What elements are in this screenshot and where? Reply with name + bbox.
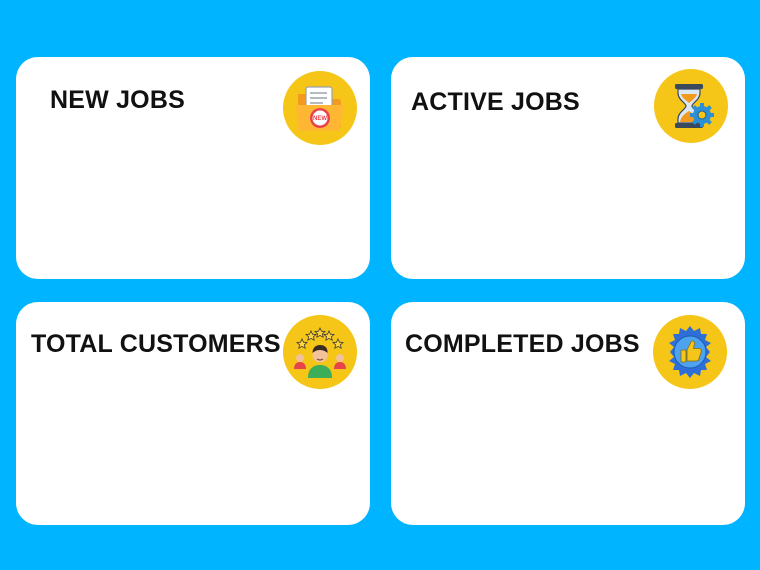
completed-jobs-title: COMPLETED JOBS: [405, 330, 640, 358]
total-customers-title: TOTAL CUSTOMERS: [31, 330, 281, 358]
new-jobs-badge: NEW: [283, 71, 357, 145]
new-jobs-card[interactable]: NEW JOBS NEW: [16, 57, 370, 279]
total-customers-badge: [283, 315, 357, 389]
new-jobs-title: NEW JOBS: [50, 86, 185, 114]
new-jobs-folder-icon: NEW: [296, 86, 344, 132]
active-jobs-card[interactable]: ACTIVE JOBS: [391, 57, 745, 279]
new-stamp-text: NEW: [313, 116, 327, 122]
total-customers-card[interactable]: TOTAL CUSTOMERS: [16, 302, 370, 525]
customer-rating-icon: [294, 327, 346, 378]
completed-jobs-card[interactable]: COMPLETED JOBS: [391, 302, 745, 525]
active-jobs-title: ACTIVE JOBS: [411, 88, 580, 116]
hourglass-gear-icon: [675, 84, 714, 128]
thumbs-up-badge-icon: [669, 326, 711, 378]
active-jobs-badge: [654, 69, 728, 143]
completed-jobs-badge: [653, 315, 727, 389]
